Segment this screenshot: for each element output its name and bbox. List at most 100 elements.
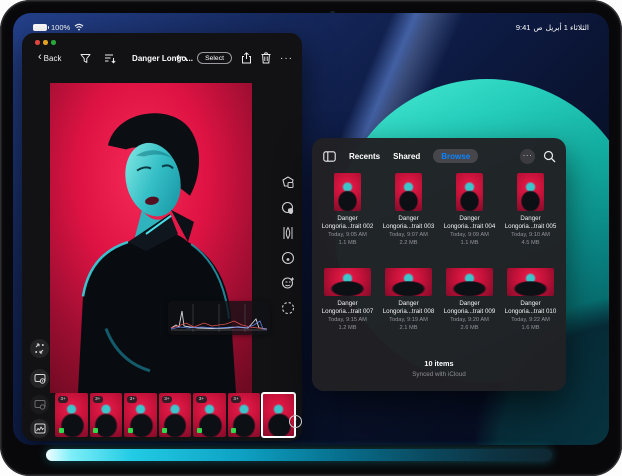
- file-size: 1.1 MB: [439, 240, 500, 247]
- battery-percent: 100%: [51, 23, 70, 32]
- window-controls[interactable]: [35, 40, 56, 45]
- close-window-dot[interactable]: [35, 40, 40, 45]
- transform-icon: [34, 343, 45, 354]
- search-icon[interactable]: [543, 150, 556, 163]
- transform-tool-button[interactable]: [30, 339, 49, 358]
- filmstrip-thumbnail[interactable]: 3+: [124, 393, 157, 437]
- edit-count-badge: 3+: [93, 396, 103, 403]
- file-size: 1.1 MB: [317, 240, 378, 247]
- minimize-window-dot[interactable]: [43, 40, 48, 45]
- vignette-icon: [281, 251, 295, 265]
- file-date: Today, 9:07 AM: [378, 232, 439, 239]
- edit-count-badge: 3+: [127, 396, 137, 403]
- edit-count-badge: 3+: [231, 396, 241, 403]
- sync-status: Synced with iCloud: [312, 371, 566, 378]
- file-thumbnail[interactable]: [507, 268, 554, 296]
- editor-toolbar: ‹ Back Danger Longo...: [32, 48, 293, 68]
- filmstrip-thumbnail[interactable]: [262, 393, 295, 437]
- back-button[interactable]: ‹ Back: [32, 53, 67, 64]
- file-name: DangerLongoria...trait 009: [439, 300, 500, 315]
- keyboard-glow-edge: [46, 449, 552, 461]
- file-card[interactable]: DangerLongoria...trait 008 Today, 9:19 A…: [378, 256, 439, 332]
- histogram-panel[interactable]: [168, 301, 270, 335]
- files-tab[interactable]: Browse: [433, 149, 478, 163]
- file-size: 2.6 MB: [439, 325, 500, 332]
- wifi-icon: [74, 23, 84, 31]
- undo-icon[interactable]: [176, 53, 188, 63]
- file-size: 1.6 MB: [500, 325, 561, 332]
- files-tab[interactable]: Shared: [393, 152, 420, 161]
- file-card[interactable]: DangerLongoria...trait 009 Today, 9:20 A…: [439, 256, 500, 332]
- file-thumbnail[interactable]: [385, 268, 432, 296]
- file-card[interactable]: DangerLongoria...trait 005 Today, 9:10 A…: [500, 171, 561, 247]
- file-card[interactable]: DangerLongoria...trait 004 Today, 9:09 A…: [439, 171, 500, 247]
- files-tab[interactable]: Recents: [349, 152, 380, 161]
- files-footer: 10 items Synced with iCloud: [312, 359, 566, 378]
- file-thumbnail[interactable]: [324, 268, 371, 296]
- select-button[interactable]: Select: [197, 52, 232, 64]
- files-browser-window: Recents Shared Browse ··· DangerLongoria..…: [312, 138, 566, 391]
- files-more-button[interactable]: ···: [520, 149, 535, 164]
- chevron-left-icon: ‹: [38, 53, 42, 61]
- file-name: DangerLongoria...trait 003: [378, 215, 439, 230]
- filmstrip-thumbnail[interactable]: 3+: [55, 393, 88, 437]
- edited-indicator: [128, 428, 133, 433]
- effects-tool-button[interactable]: [280, 275, 295, 290]
- file-date: Today, 9:19 AM: [378, 317, 439, 324]
- file-name: DangerLongoria...trait 004: [439, 215, 500, 230]
- file-card[interactable]: DangerLongoria...trait 010 Today, 9:22 A…: [500, 256, 561, 332]
- file-card[interactable]: DangerLongoria...trait 003 Today, 9:07 A…: [378, 171, 439, 247]
- sort-icon[interactable]: [104, 53, 116, 64]
- file-size: 2.2 MB: [378, 240, 439, 247]
- file-name: DangerLongoria...trait 002: [317, 215, 378, 230]
- dashed-circle-icon: [281, 301, 295, 315]
- file-date: Today, 9:09 AM: [439, 232, 500, 239]
- filter-funnel-icon[interactable]: [80, 53, 91, 64]
- filmstrip-thumbnail[interactable]: 3+: [228, 393, 261, 437]
- edit-count-badge: 3+: [58, 396, 68, 403]
- file-thumbnail[interactable]: [446, 268, 493, 296]
- status-left: 100%: [33, 23, 84, 32]
- dashed-circle-tool-button[interactable]: [280, 300, 295, 315]
- share-icon[interactable]: [241, 52, 252, 64]
- files-grid: DangerLongoria...trait 002 Today, 9:05 A…: [317, 171, 563, 341]
- edited-indicator: [197, 428, 202, 433]
- file-card[interactable]: DangerLongoria...trait 002 Today, 9:05 A…: [317, 171, 378, 247]
- edit-count-badge: 3+: [196, 396, 206, 403]
- curves-icon: [281, 226, 295, 240]
- status-date: الثلاثاء 1 أبريل: [546, 23, 589, 32]
- file-thumbnail[interactable]: [517, 173, 544, 211]
- file-date: Today, 9:22 AM: [500, 317, 561, 324]
- file-card[interactable]: DangerLongoria...trait 007 Today, 9:15 A…: [317, 256, 378, 332]
- vignette-tool-button[interactable]: [280, 250, 295, 265]
- file-name: DangerLongoria...trait 010: [500, 300, 561, 315]
- presets-tool-button[interactable]: [280, 175, 295, 190]
- photo-editor-window: ‹ Back Danger Longo...: [22, 33, 302, 441]
- file-thumbnail[interactable]: [456, 173, 483, 211]
- status-meridiem: ص: [533, 23, 542, 32]
- info-button[interactable]: i: [289, 415, 302, 428]
- editing-photo-canvas[interactable]: [50, 83, 252, 393]
- ipad-screen: 100% 9:41 ص الثلاثاء 1 أبريل: [13, 13, 609, 445]
- file-date: Today, 9:15 AM: [317, 317, 378, 324]
- ipad-device-frame: 100% 9:41 ص الثلاثاء 1 أبريل: [0, 0, 622, 476]
- export-settings-button[interactable]: [30, 369, 49, 388]
- white-balance-icon: [281, 201, 295, 215]
- sidebar-toggle-icon[interactable]: [323, 151, 336, 162]
- histogram-toggle-button[interactable]: [30, 419, 49, 438]
- zoom-window-dot[interactable]: [51, 40, 56, 45]
- copy-settings-button[interactable]: [30, 395, 49, 414]
- white-balance-tool-button[interactable]: [280, 200, 295, 215]
- status-bar: 100% 9:41 ص الثلاثاء 1 أبريل: [33, 21, 589, 33]
- file-size: 1.2 MB: [317, 325, 378, 332]
- filmstrip-thumbnail[interactable]: 3+: [193, 393, 226, 437]
- more-options-icon[interactable]: ···: [280, 53, 293, 64]
- filmstrip-thumbnail[interactable]: 3+: [159, 393, 192, 437]
- filmstrip-thumbnail[interactable]: 3+: [90, 393, 123, 437]
- export-settings-icon: [34, 373, 46, 384]
- filmstrip[interactable]: 3+ 3+ 3+ 3+ 3+ 3+: [55, 393, 295, 437]
- trash-icon[interactable]: [261, 52, 271, 64]
- file-thumbnail[interactable]: [395, 173, 422, 211]
- file-thumbnail[interactable]: [334, 173, 361, 211]
- curves-tool-button[interactable]: [280, 225, 295, 240]
